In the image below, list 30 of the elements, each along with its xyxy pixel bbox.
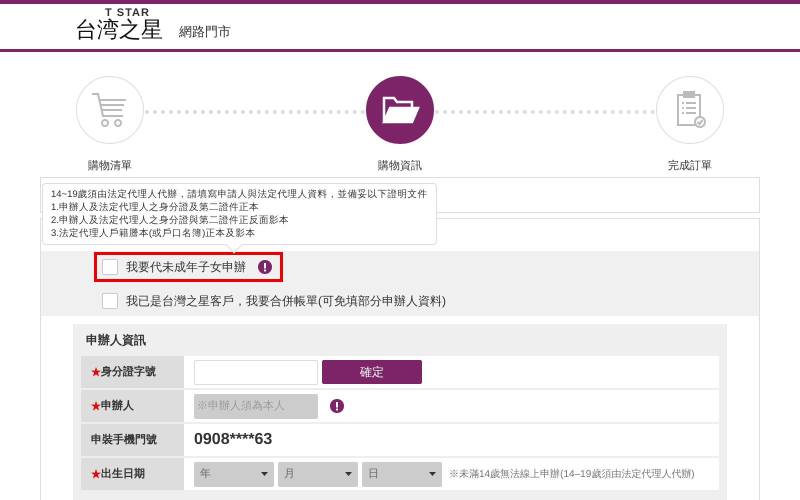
caret-icon <box>429 472 436 476</box>
dropdown[interactable]: 月 <box>278 462 358 486</box>
field-label: 申裝手機門號 <box>91 432 157 448</box>
dropdown[interactable]: 年 <box>194 462 274 486</box>
confirm-button[interactable]: 確定 <box>322 360 422 384</box>
tooltip-line: 2.申辦人及法定代理人之身分證與第二證件正反面影本 <box>51 214 290 227</box>
field-label: 出生日期 <box>101 466 145 482</box>
step-label: 購物資訊 <box>378 159 422 174</box>
step-label: 購物清單 <box>88 159 132 174</box>
checkbox[interactable] <box>102 292 118 308</box>
exclamation-icon <box>330 399 344 413</box>
dropdown[interactable]: 日 <box>362 462 442 486</box>
brand-tagline: T STAR <box>105 8 151 19</box>
tooltip-line: 1.申辦人及法定代理人之身分證及第二證件正本 <box>51 201 260 214</box>
site-subtitle: 網路門市 <box>179 22 231 40</box>
tooltip-line: 3.法定代理人戶籍謄本(或戶口名簿)正本及影本 <box>51 227 256 240</box>
input-field[interactable] <box>194 360 318 384</box>
section-title: 申辦人資訊 <box>86 332 146 349</box>
hint-text: ※未滿14歲無法線上申辦(14–19歲須由法定代理人代辦) <box>449 468 695 482</box>
caret-icon <box>345 472 352 476</box>
step-label: 完成訂單 <box>668 158 712 174</box>
caret-icon <box>261 472 268 476</box>
brand-logo[interactable]: 台湾之星 <box>75 19 163 41</box>
field-label: 身分證字號 <box>101 364 156 380</box>
tooltip-line: 14~19歲須由法定代理人代辦，請填寫申請人與法定代理人資料，並備妥以下證明文件 <box>51 188 428 201</box>
phone-number: 0908****63 <box>194 430 272 450</box>
field-label: 申辦人 <box>101 398 134 414</box>
checkbox-label[interactable]: 我要代未成年子女申辦 <box>126 258 246 276</box>
checkbox-label[interactable]: 我已是台灣之星客戶，我要合併帳單(可免填部分申辦人資料) <box>126 292 446 310</box>
checkbox[interactable] <box>102 258 118 274</box>
